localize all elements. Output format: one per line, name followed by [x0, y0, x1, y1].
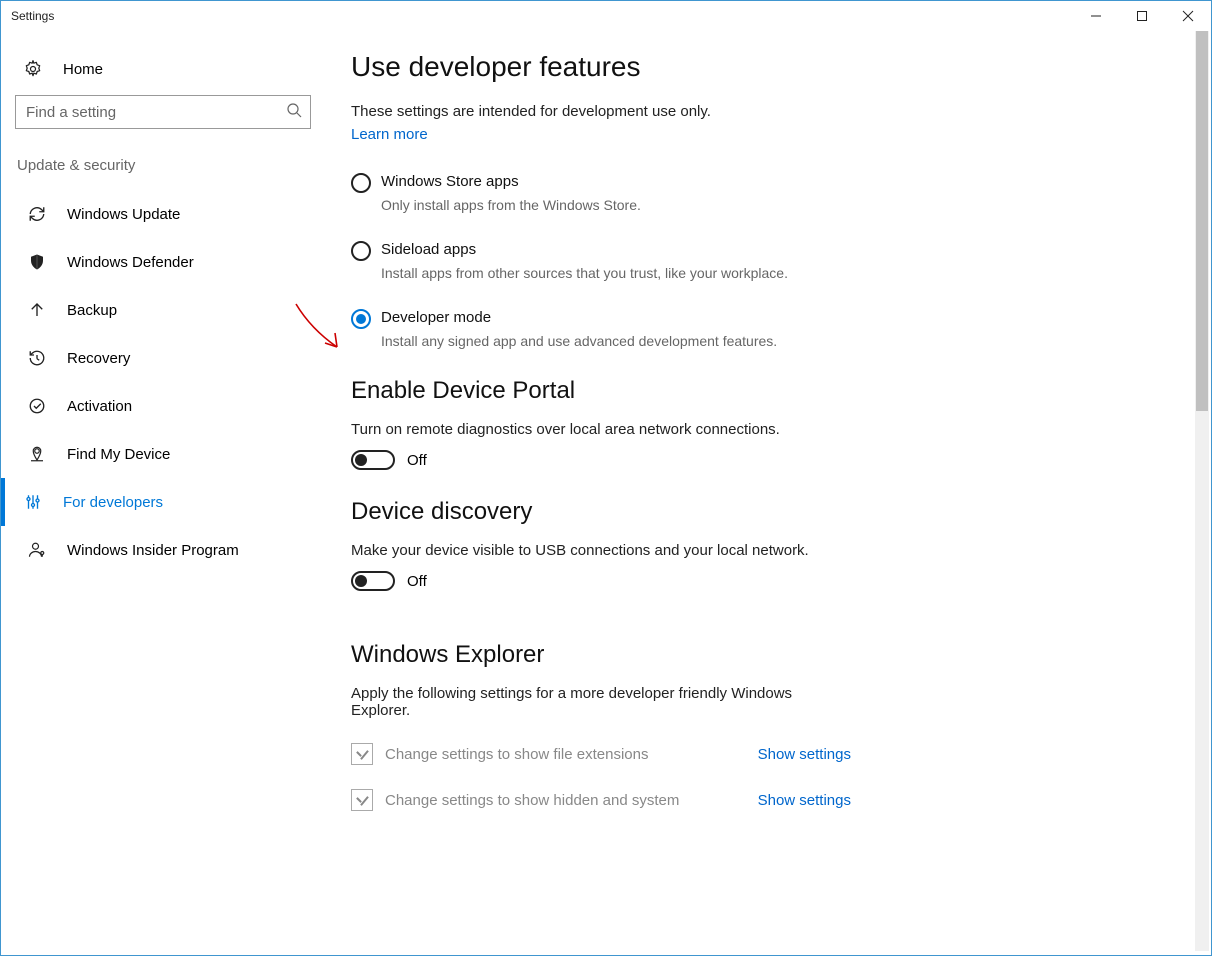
radio-developer-mode[interactable]: Developer mode Install any signed app an…	[351, 309, 911, 349]
sidebar-item-windows-insider[interactable]: Windows Insider Program	[15, 526, 321, 574]
home-button[interactable]: Home	[15, 51, 321, 95]
device-portal-desc: Turn on remote diagnostics over local ar…	[351, 421, 811, 438]
sidebar-item-windows-update[interactable]: Windows Update	[15, 190, 321, 238]
search-placeholder: Find a setting	[26, 104, 286, 121]
history-icon	[25, 349, 49, 367]
explorer-setting-label: Change settings to show hidden and syste…	[385, 792, 758, 809]
sidebar-item-label: Windows Defender	[67, 254, 194, 271]
section-label: Update & security	[15, 157, 321, 174]
sidebar-item-backup[interactable]: Backup	[15, 286, 321, 334]
left-panel: Home Find a setting Update & security Wi…	[1, 31, 321, 955]
device-portal-heading: Enable Device Portal	[351, 377, 1211, 405]
toggle-state-label: Off	[407, 452, 427, 469]
radio-desc: Install apps from other sources that you…	[381, 265, 821, 281]
device-portal-toggle[interactable]	[351, 450, 395, 470]
device-discovery-desc: Make your device visible to USB connecti…	[351, 542, 811, 559]
explorer-setting-row: Change settings to show hidden and syste…	[351, 777, 851, 823]
person-icon	[25, 541, 49, 559]
windows-explorer-heading: Windows Explorer	[351, 641, 1211, 669]
learn-more-link[interactable]: Learn more	[351, 126, 1211, 143]
explorer-setting-label: Change settings to show file extensions	[385, 746, 758, 763]
toggle-state-label: Off	[407, 573, 427, 590]
titlebar: Settings	[1, 1, 1211, 31]
radio-sideload-apps[interactable]: Sideload apps Install apps from other so…	[351, 241, 911, 281]
page-intro: These settings are intended for developm…	[351, 103, 1211, 120]
scrollbar-thumb[interactable]	[1196, 31, 1208, 411]
radio-label: Windows Store apps	[381, 173, 519, 190]
sidebar-item-for-developers[interactable]: For developers	[1, 478, 307, 526]
radio-desc: Only install apps from the Windows Store…	[381, 197, 821, 213]
dev-feature-radio-group: Windows Store apps Only install apps fro…	[351, 173, 1211, 349]
close-button[interactable]	[1165, 1, 1211, 31]
maximize-button[interactable]	[1119, 1, 1165, 31]
device-discovery-heading: Device discovery	[351, 498, 1211, 526]
minimize-button[interactable]	[1073, 1, 1119, 31]
sidebar-item-recovery[interactable]: Recovery	[15, 334, 321, 382]
radio-label: Developer mode	[381, 309, 491, 326]
location-icon	[25, 445, 49, 463]
arrow-up-icon	[25, 301, 49, 319]
vertical-scrollbar[interactable]	[1195, 31, 1209, 951]
sidebar-item-label: Windows Insider Program	[67, 542, 239, 559]
shield-icon	[25, 253, 49, 271]
radio-windows-store-apps[interactable]: Windows Store apps Only install apps fro…	[351, 173, 911, 213]
radio-desc: Install any signed app and use advanced …	[381, 333, 821, 349]
show-settings-link[interactable]: Show settings	[758, 792, 851, 809]
sliders-icon	[21, 493, 45, 511]
sync-icon	[25, 205, 49, 223]
window-title: Settings	[1, 9, 1073, 23]
sidebar-item-label: Recovery	[67, 350, 130, 367]
radio-label: Sideload apps	[381, 241, 476, 258]
check-circle-icon	[25, 397, 49, 415]
sidebar-item-activation[interactable]: Activation	[15, 382, 321, 430]
radio-icon[interactable]	[351, 241, 371, 261]
explorer-setting-row: Change settings to show file extensions …	[351, 731, 851, 777]
home-label: Home	[63, 61, 103, 78]
radio-icon[interactable]	[351, 309, 371, 329]
device-discovery-toggle[interactable]	[351, 571, 395, 591]
radio-icon[interactable]	[351, 173, 371, 193]
sidebar-item-label: For developers	[63, 494, 163, 511]
sidebar-item-label: Find My Device	[67, 446, 170, 463]
gear-icon	[21, 59, 45, 79]
search-input[interactable]: Find a setting	[15, 95, 311, 129]
sidebar-item-label: Activation	[67, 398, 132, 415]
show-settings-link[interactable]: Show settings	[758, 746, 851, 763]
checkbox-icon[interactable]	[351, 789, 373, 811]
checkbox-icon[interactable]	[351, 743, 373, 765]
search-icon	[286, 102, 302, 122]
sidebar-item-windows-defender[interactable]: Windows Defender	[15, 238, 321, 286]
window-controls	[1073, 1, 1211, 31]
sidebar-item-find-my-device[interactable]: Find My Device	[15, 430, 321, 478]
sidebar-item-label: Windows Update	[67, 206, 180, 223]
windows-explorer-desc: Apply the following settings for a more …	[351, 685, 811, 719]
sidebar-item-label: Backup	[67, 302, 117, 319]
page-heading: Use developer features	[351, 51, 1211, 83]
content-panel: Use developer features These settings ar…	[321, 31, 1211, 955]
